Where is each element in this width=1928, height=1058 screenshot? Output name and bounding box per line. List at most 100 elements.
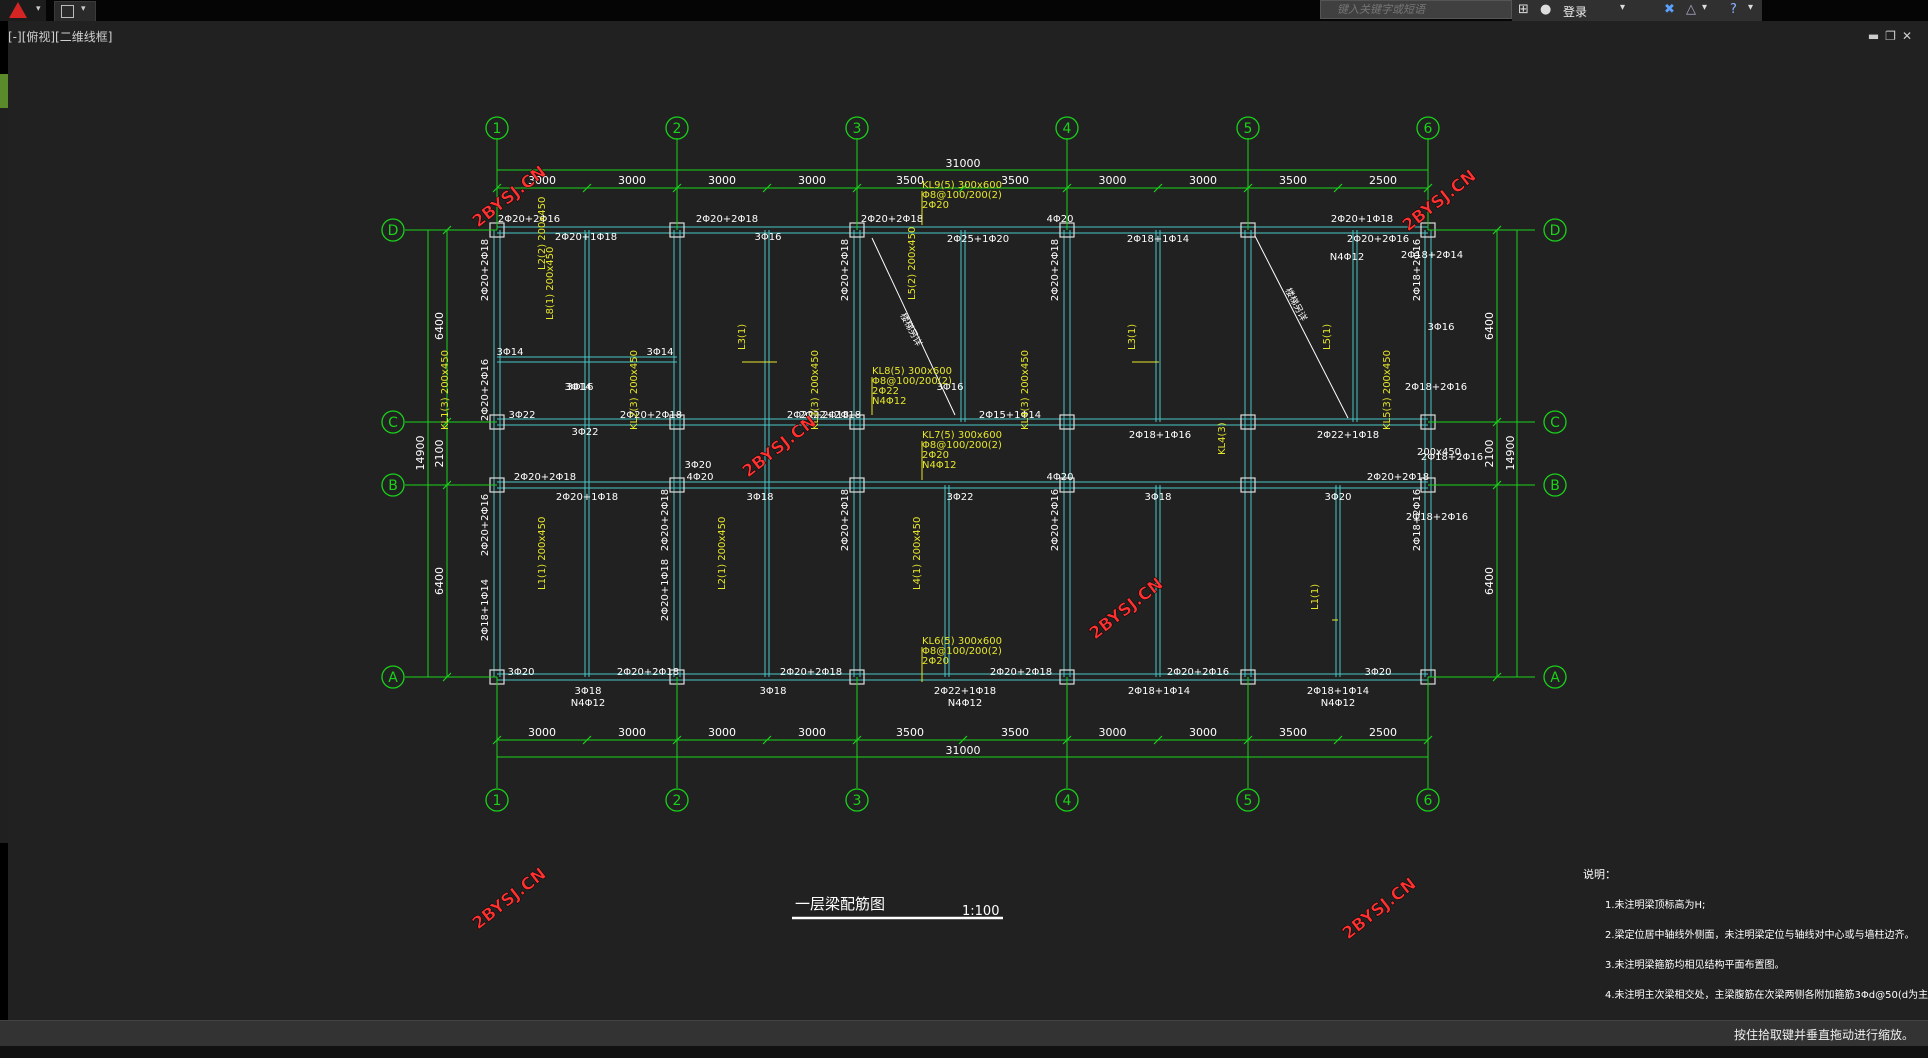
- rebar-label: 3Φ18: [760, 686, 787, 697]
- stair-diagonal-line: [1254, 235, 1349, 419]
- rebar-label: N4Φ12: [1321, 698, 1355, 709]
- rebar-label: 2Φ18+1Φ16: [1129, 430, 1191, 441]
- rebar-label: 2Φ20+2Φ18: [861, 214, 923, 225]
- beam-annotation: L5(1): [1322, 324, 1333, 350]
- command-prompt-text: 按住拾取键并垂直拖动进行缩放。: [1733, 1028, 1914, 1042]
- notes-title: 说明：: [1583, 867, 1616, 881]
- note-line: 4.未注明主次梁相交处，主梁腹筋在次梁两侧各附加箍筋3Φd@50(d为主梁箍筋直…: [1605, 988, 1928, 1001]
- axis-bubble-label: 5: [1244, 121, 1253, 137]
- rebar-label: 3Φ22: [572, 427, 599, 438]
- column: [1059, 414, 1075, 430]
- total-height-label: 14900: [1504, 436, 1517, 471]
- bottom-dimension-label: 3500: [1279, 726, 1307, 739]
- left-dimension-label: 6400: [433, 312, 446, 340]
- rebar-label: 2Φ20+2Φ16: [480, 494, 491, 556]
- beam-annotation: 2Φ20: [922, 200, 949, 211]
- watermark: 2BYSJ.CN: [739, 412, 821, 482]
- beam-annotation: 2Φ20: [922, 656, 949, 667]
- bottom-strip: [0, 1046, 1928, 1058]
- rebar-label: 3Φ20: [508, 667, 535, 678]
- status-bar: 按住拾取键并垂直拖动进行缩放。: [0, 1020, 1928, 1047]
- rebar-label: 3Φ18: [1145, 492, 1172, 503]
- axis-bubble-label: 1: [493, 121, 502, 137]
- rebar-label: 2Φ18+2Φ16: [1412, 239, 1423, 301]
- axis-bubble-label: D: [388, 223, 399, 239]
- rebar-label: 2Φ25+1Φ20: [947, 234, 1009, 245]
- rebar-label: 2Φ20+2Φ16: [1167, 667, 1229, 678]
- rebar-label: 3Φ16: [755, 232, 782, 243]
- bottom-dimension-label: 2500: [1369, 726, 1397, 739]
- floor-beam-plan: 楼梯另详楼梯另详112233445566D DC CB BA A3000 3000 3000…: [381, 116, 1928, 1001]
- axis-bubble-label: 1: [493, 793, 502, 809]
- rebar-label: 3Φ18: [575, 686, 602, 697]
- rebar-label: 2Φ20+2Φ16: [498, 214, 560, 225]
- beam-annotation: L1(1): [1310, 584, 1321, 610]
- top-dimension-label: 3500: [1001, 174, 1029, 187]
- beam-annotation: L4(1) 200x450: [912, 517, 923, 590]
- column: [1240, 414, 1256, 430]
- beam-annotation: L1(1) 200x450: [537, 517, 548, 590]
- rebar-label: 3Φ18: [747, 492, 774, 503]
- bottom-dimension-label: 3000: [1189, 726, 1217, 739]
- rebar-label: 2Φ20+2Φ18: [696, 214, 758, 225]
- total-dimension-label: 31000: [946, 157, 981, 170]
- bottom-dimension-label: 3500: [1001, 726, 1029, 739]
- note-line: 2.梁定位居中轴线外侧面，未注明梁定位与轴线对中心或与墙柱边齐。: [1605, 928, 1915, 941]
- top-dimension-label: 2500: [1369, 174, 1397, 187]
- beam-annotation: L2(1) 200x450: [717, 517, 728, 590]
- stair-label: 楼梯另详: [897, 311, 925, 348]
- beam-annotation: N4Φ12: [922, 460, 956, 471]
- rebar-label: 2Φ18+1Φ14: [1127, 234, 1189, 245]
- rebar-label: 2Φ20+1Φ18: [660, 559, 671, 621]
- column: [1240, 477, 1256, 493]
- rebar-label: 2Φ20+2Φ18: [480, 239, 491, 301]
- watermark: 2BYSJ.CN: [1399, 166, 1481, 236]
- axis-bubble-label: 2: [673, 793, 682, 809]
- rebar-label: 2Φ20+2Φ16: [1050, 489, 1061, 551]
- beam-annotation: L3(1): [1127, 324, 1138, 350]
- rebar-label: 3Φ16: [567, 382, 594, 393]
- top-dimension-label: 3500: [896, 174, 924, 187]
- rebar-label: 2Φ20+1Φ18: [1331, 214, 1393, 225]
- rebar-label: 2Φ18+1Φ14: [1307, 686, 1369, 697]
- axis-bubble-label: A: [388, 670, 398, 686]
- right-dimension-label: 6400: [1483, 567, 1496, 595]
- total-dimension-label: 31000: [946, 744, 981, 757]
- bottom-dimension-label: 3000: [798, 726, 826, 739]
- top-dimension-label: 3000: [708, 174, 736, 187]
- watermark: 2BYSJ.CN: [1339, 874, 1421, 944]
- rebar-label: 3Φ14: [497, 347, 524, 358]
- rebar-label: 3Φ20: [685, 460, 712, 471]
- rebar-label: 2Φ20+2Φ18: [617, 667, 679, 678]
- drawing-scale: 1:100: [962, 904, 999, 919]
- rebar-label: N4Φ12: [1330, 252, 1364, 263]
- column: [669, 477, 685, 493]
- axis-bubble-label: 6: [1424, 793, 1433, 809]
- beam-annotation: L8(1) 200x450: [545, 247, 556, 320]
- total-height-label: 14900: [414, 436, 427, 471]
- top-dimension-label: 3500: [1279, 174, 1307, 187]
- axis-bubble-label: 3: [853, 121, 862, 137]
- right-dimension-label: 6400: [1483, 312, 1496, 340]
- rebar-label: 2Φ20+2Φ18: [660, 489, 671, 551]
- top-dimension-label: 3000: [1189, 174, 1217, 187]
- rebar-label: 2Φ22+1Φ18: [1317, 430, 1379, 441]
- drawing-title: 一层梁配筋图: [795, 895, 885, 913]
- axis-bubble-label: B: [1550, 478, 1560, 494]
- axis-bubble-label: C: [388, 415, 398, 431]
- rebar-label: N4Φ12: [571, 698, 605, 709]
- rebar-label: 2Φ18+1Φ14: [1128, 686, 1190, 697]
- rebar-label: N4Φ12: [948, 698, 982, 709]
- axis-bubble-label: D: [1550, 223, 1561, 239]
- axis-bubble-label: B: [388, 478, 398, 494]
- watermark: 2BYSJ.CN: [469, 864, 551, 934]
- rebar-label: 4Φ20: [687, 472, 714, 483]
- rebar-label: 3Φ20: [1325, 492, 1352, 503]
- right-dimension-label: 2100: [1483, 440, 1496, 468]
- axis-bubble-label: 4: [1063, 793, 1072, 809]
- rebar-label: 3Φ22: [947, 492, 974, 503]
- axis-bubble-label: A: [1550, 670, 1560, 686]
- bottom-dimension-label: 3000: [708, 726, 736, 739]
- rebar-label: 3Φ20: [1365, 667, 1392, 678]
- rebar-label: 2Φ20+2Φ18: [780, 667, 842, 678]
